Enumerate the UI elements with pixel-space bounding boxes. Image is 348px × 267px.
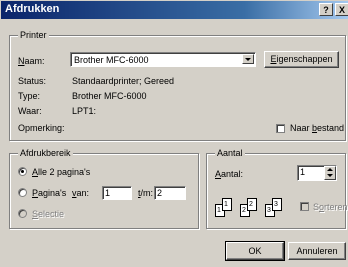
name-label: Naam: bbox=[18, 56, 45, 66]
selection-radio[interactable] bbox=[18, 209, 27, 218]
type-value: Brother MFC-6000 bbox=[72, 91, 147, 101]
printer-name-value: Brother MFC-6000 bbox=[74, 55, 149, 65]
chevron-down-icon[interactable] bbox=[242, 54, 254, 64]
all-pages-radio[interactable] bbox=[18, 167, 27, 176]
pages-radio[interactable] bbox=[18, 188, 27, 197]
dialog-title: Afdrukken bbox=[5, 3, 60, 15]
copies-legend: Aantal bbox=[215, 148, 245, 158]
properties-button[interactable]: Eigenschappen bbox=[264, 51, 339, 68]
where-value: LPT1: bbox=[72, 106, 97, 116]
spin-down-icon[interactable] bbox=[327, 174, 333, 177]
from-input[interactable]: 1 bbox=[102, 186, 132, 200]
pages-label[interactable]: Pagina's bbox=[32, 188, 66, 198]
collate-checkbox[interactable] bbox=[300, 202, 309, 211]
close-button[interactable]: X bbox=[335, 3, 348, 16]
status-label: Status: bbox=[18, 76, 47, 86]
page-icon: 2 bbox=[247, 198, 257, 211]
print-to-file-label[interactable]: Naar bestand bbox=[290, 123, 344, 133]
comment-label: Opmerking: bbox=[18, 123, 65, 133]
count-label: Aantal: bbox=[215, 169, 244, 179]
to-label: t/m: bbox=[138, 188, 154, 198]
all-pages-label[interactable]: Alle 2 pagina's bbox=[32, 167, 90, 177]
spin-up-icon[interactable] bbox=[327, 168, 333, 171]
print-to-file-checkbox[interactable] bbox=[276, 124, 285, 133]
status-value: Standaardprinter; Gereed bbox=[72, 76, 175, 86]
selection-label: Selectie bbox=[32, 209, 65, 219]
printer-legend: Printer bbox=[18, 30, 49, 40]
print-range-legend: Afdrukbereik bbox=[18, 148, 73, 158]
page-icon: 3 bbox=[272, 198, 282, 211]
print-dialog: Afdrukken ? X Printer Naam: Brother MFC-… bbox=[0, 0, 348, 267]
type-label: Type: bbox=[18, 91, 41, 101]
help-button[interactable]: ? bbox=[319, 3, 333, 16]
copies-spinner[interactable] bbox=[324, 166, 336, 180]
cancel-button[interactable]: Annuleren bbox=[288, 242, 346, 260]
title-bar: Afdrukken ? X bbox=[1, 1, 348, 19]
collate-label: Sorteren bbox=[313, 202, 348, 212]
printer-name-select[interactable]: Brother MFC-6000 bbox=[70, 52, 256, 67]
to-input[interactable]: 2 bbox=[154, 186, 186, 200]
page-icon: 1 bbox=[222, 198, 232, 211]
from-label: van: bbox=[72, 188, 90, 198]
ok-button[interactable]: OK bbox=[225, 241, 285, 261]
where-label: Waar: bbox=[18, 106, 42, 116]
